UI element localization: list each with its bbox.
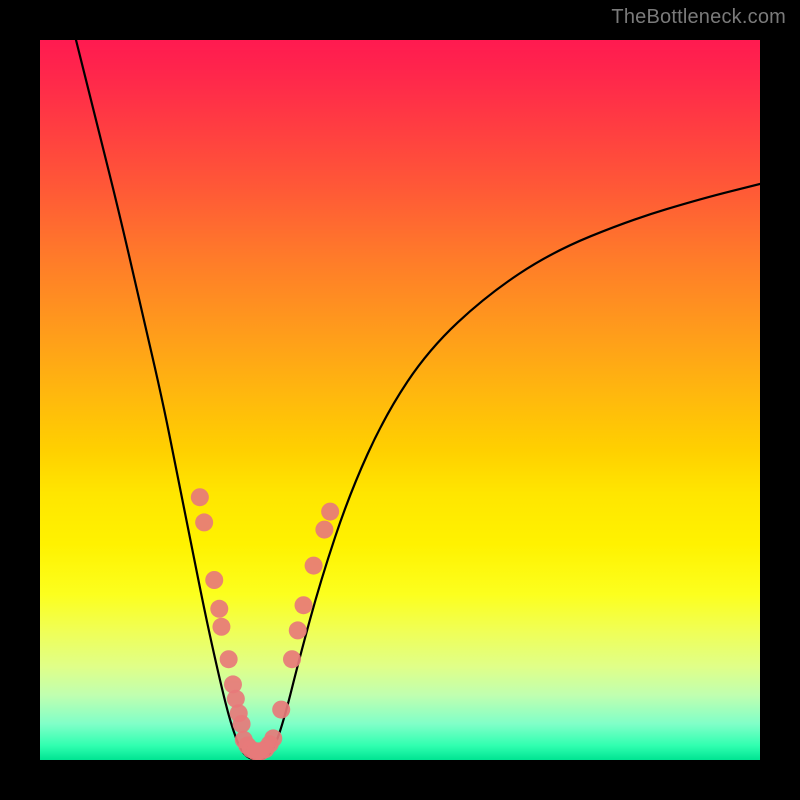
marker-point <box>210 600 228 618</box>
watermark-text: TheBottleneck.com <box>611 6 786 29</box>
marker-point <box>272 701 290 719</box>
marker-point <box>191 488 209 506</box>
marker-point <box>195 513 213 531</box>
marker-point <box>205 571 223 589</box>
chart-svg <box>40 40 760 760</box>
marker-point <box>295 596 313 614</box>
curve-bottleneck-curve <box>76 40 760 760</box>
curve-layer <box>76 40 760 760</box>
marker-point <box>264 729 282 747</box>
marker-layer <box>191 488 339 760</box>
marker-point <box>220 650 238 668</box>
marker-point <box>212 618 230 636</box>
marker-point <box>283 650 301 668</box>
chart-frame: TheBottleneck.com <box>0 0 800 800</box>
marker-point <box>321 503 339 521</box>
marker-point <box>289 621 307 639</box>
marker-point <box>233 715 251 733</box>
plot-area <box>40 40 760 760</box>
marker-point <box>305 557 323 575</box>
marker-point <box>315 521 333 539</box>
